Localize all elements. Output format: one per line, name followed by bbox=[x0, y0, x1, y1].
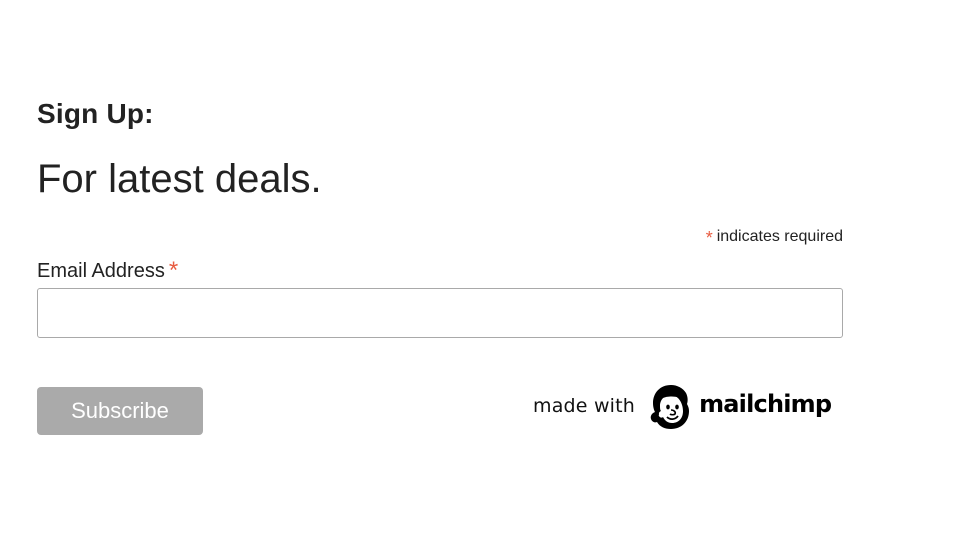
email-label: Email Address * bbox=[37, 256, 178, 284]
made-with-text: made with bbox=[533, 395, 636, 417]
mailchimp-logo-text: mailchimp bbox=[699, 390, 832, 418]
form-subheading: For latest deals. bbox=[37, 157, 322, 201]
required-note-text: indicates required bbox=[716, 228, 843, 245]
email-input[interactable] bbox=[37, 288, 843, 338]
email-label-text: Email Address bbox=[37, 260, 165, 282]
required-indicator-note: * indicates required bbox=[705, 225, 843, 248]
signup-form: Sign Up: For latest deals. * indicates re… bbox=[37, 0, 843, 540]
mailchimp-freddie-icon bbox=[650, 385, 690, 429]
required-asterisk: * bbox=[705, 228, 713, 248]
mailchimp-badge[interactable]: made with mailchimp bbox=[533, 380, 832, 432]
form-heading: Sign Up: bbox=[37, 98, 154, 129]
subscribe-button[interactable]: Subscribe bbox=[37, 387, 203, 435]
email-required-asterisk: * bbox=[168, 257, 179, 284]
